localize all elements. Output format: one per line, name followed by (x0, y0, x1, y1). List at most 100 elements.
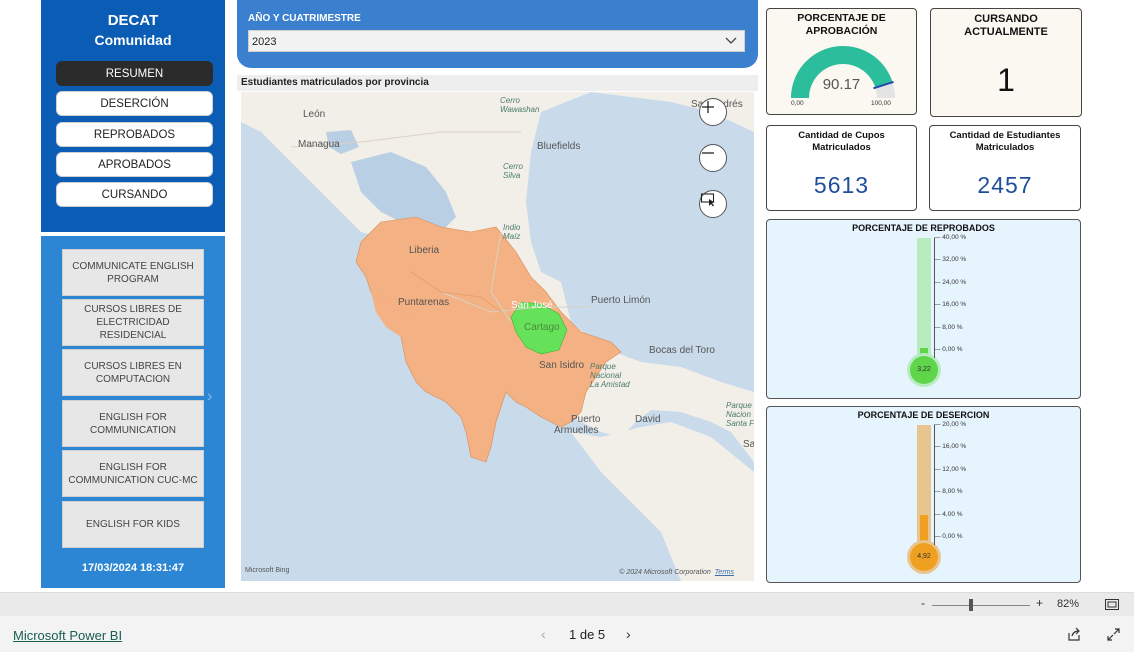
course-item[interactable]: COMMUNICATE ENGLISH PROGRAM (62, 249, 204, 296)
cursando-card: CURSANDO ACTUALMENTE 1 (930, 8, 1082, 117)
select-area-button[interactable] (699, 190, 727, 218)
cupos-value: 5613 (813, 172, 870, 198)
map-label: San José (511, 300, 553, 311)
minus-icon (702, 152, 714, 154)
thermo-tick-label: — 8,00 % (934, 323, 963, 331)
thermo-tick-label: — 0,00 % (934, 533, 963, 541)
map-label: Puerto Limón (591, 295, 651, 306)
reprobados-title: PORCENTAJE DE REPROBADOS (852, 223, 995, 233)
map-graphic (241, 92, 754, 581)
map-label: Indio Maíz (503, 223, 521, 241)
thermo-tick-label: — 4,00 % (934, 510, 963, 518)
thermo-value: 4,92 (917, 553, 931, 560)
timestamp: 17/03/2024 18:31:47 (81, 562, 185, 574)
aprobacion-gauge (791, 45, 895, 98)
map-label: Bocas del Toro (649, 345, 715, 356)
map-label: Cerro Silva (503, 162, 524, 180)
aprobacion-title: PORCENTAJE DE APROBACIÓN (797, 12, 886, 37)
zoom-plus-button[interactable]: + (1036, 596, 1043, 610)
chevron-right-icon[interactable]: › (207, 388, 212, 406)
fit-to-page-icon[interactable] (1105, 599, 1119, 610)
map-label: Managua (298, 139, 340, 150)
zoom-percent: 82% (1057, 598, 1080, 610)
prev-page-button[interactable]: ‹ (541, 626, 546, 642)
nav-resumen-button[interactable]: RESUMEN (56, 61, 213, 86)
map-label: Parque Nacion Santa F (726, 401, 754, 428)
map-label: Puntarenas (398, 297, 450, 308)
nav-aprobados-button[interactable]: APROBADOS (56, 152, 213, 177)
course-item[interactable]: ENGLISH FOR KIDS (62, 501, 204, 548)
year-dropdown[interactable]: 2023 (248, 30, 745, 52)
estudiantes-title: Cantidad de Estudiantes Matriculados (949, 130, 1061, 153)
brand-subtitle: Comunidad (94, 32, 172, 48)
map-label: Liberia (409, 245, 440, 256)
copyright-text: © 2024 Microsoft Corporation (619, 569, 711, 576)
map-label: Cartago (524, 322, 560, 333)
brand-title: DECAT (107, 12, 159, 29)
cupos-card: Cantidad de Cupos Matriculados 5613 (766, 125, 917, 211)
filter-label: AÑO Y CUATRIMESTRE (248, 13, 361, 24)
map-label: Puerto (571, 414, 601, 425)
desercion-title: PORCENTAJE DE DESERCION (857, 410, 990, 420)
zoom-bar: - + 82% (0, 592, 1134, 616)
aprobacion-card: PORCENTAJE DE APROBACIÓN 90.17 0,00 100,… (766, 8, 917, 115)
year-filter: AÑO Y CUATRIMESTRE 2023 (237, 0, 758, 68)
course-item[interactable]: ENGLISH FOR COMMUNICATION (62, 400, 204, 447)
map-label: León (303, 109, 326, 120)
zoom-minus-button[interactable]: - (921, 596, 925, 610)
zoom-slider-thumb[interactable] (969, 599, 973, 611)
estudiantes-card: Cantidad de Estudiantes Matriculados 245… (929, 125, 1081, 211)
report-canvas: DECAT Comunidad RESUMEN DESERCIÓN REPROB… (0, 0, 1134, 592)
plus-icon (702, 101, 714, 113)
zoom-in-button[interactable] (699, 98, 727, 126)
estudiantes-value: 2457 (977, 172, 1033, 198)
map-label: San Isidro (539, 360, 585, 371)
aprobacion-value: 90.17 (822, 76, 861, 93)
map-label: Bluefields (537, 141, 581, 152)
cursando-value: 1 (997, 62, 1015, 98)
nav-reprobados-button[interactable]: REPROBADOS (56, 122, 213, 147)
share-icon[interactable] (1067, 627, 1081, 641)
thermo-tick-label: — 16,00 % (934, 443, 967, 451)
desercion-thermometer: PORCENTAJE DE DESERCION 4,92 — 20,00 % — 1… (766, 406, 1081, 583)
zoom-slider[interactable] (932, 605, 1030, 606)
thermo-tick-label: — 8,00 % (934, 488, 963, 496)
thermo-tick-label: — 32,00 % (934, 256, 967, 264)
province-map[interactable]: León Managua Cerro Wawashan Bluefields C… (241, 92, 754, 581)
nav-cursando-button[interactable]: CURSANDO (56, 182, 213, 207)
thermo-track (917, 238, 931, 358)
course-slicer: COMMUNICATE ENGLISH PROGRAM CURSOS LIBRE… (41, 236, 225, 588)
gauge-min: 0,00 (791, 100, 804, 107)
nav-panel: DECAT Comunidad RESUMEN DESERCIÓN REPROB… (41, 0, 225, 232)
zoom-out-button[interactable] (699, 144, 727, 172)
select-area-icon (700, 193, 715, 207)
power-bi-link[interactable]: Microsoft Power BI (13, 628, 122, 643)
thermo-fill (920, 515, 928, 545)
terms-link[interactable]: Terms (715, 569, 734, 576)
course-item[interactable]: ENGLISH FOR COMMUNICATION CUC-MC (62, 450, 204, 497)
thermo-tick-label: — 0,00 % (934, 346, 963, 354)
cursando-title: CURSANDO ACTUALMENTE (964, 13, 1048, 38)
map-title: Estudiantes matriculados por provincia (237, 75, 758, 91)
chevron-down-icon (725, 37, 737, 44)
course-item[interactable]: CURSOS LIBRES EN COMPUTACION (62, 349, 204, 396)
year-dropdown-value: 2023 (252, 36, 277, 48)
thermo-tick-label: — 12,00 % (934, 465, 967, 473)
nav-desercion-button[interactable]: DESERCIÓN (56, 91, 213, 116)
map-copyright: © 2024 Microsoft Corporation Terms (619, 569, 734, 576)
cupos-title: Cantidad de Cupos Matriculados (798, 130, 885, 153)
thermo-value: 3,22 (917, 366, 931, 373)
map-label: Cerro Wawashan (500, 96, 540, 114)
fullscreen-icon[interactable] (1107, 628, 1120, 641)
thermo-tick-label: — 16,00 % (934, 301, 967, 309)
next-page-button[interactable]: › (626, 626, 631, 642)
map-label: Armuelles (554, 425, 599, 436)
footer-bar: Microsoft Power BI ‹ 1 de 5 › (0, 616, 1134, 652)
bing-logo: Microsoft Bing (245, 567, 290, 574)
thermo-tick-label: — 20,00 % (934, 421, 967, 428)
map-label: Parque Nacional La Amistad (590, 362, 630, 389)
map-label: Sa (743, 439, 754, 450)
gauge-max: 100,00 (871, 100, 891, 107)
course-item[interactable]: CURSOS LIBRES DE ELECTRICIDAD RESIDENCIA… (62, 299, 204, 346)
page-indicator: 1 de 5 (569, 627, 606, 642)
